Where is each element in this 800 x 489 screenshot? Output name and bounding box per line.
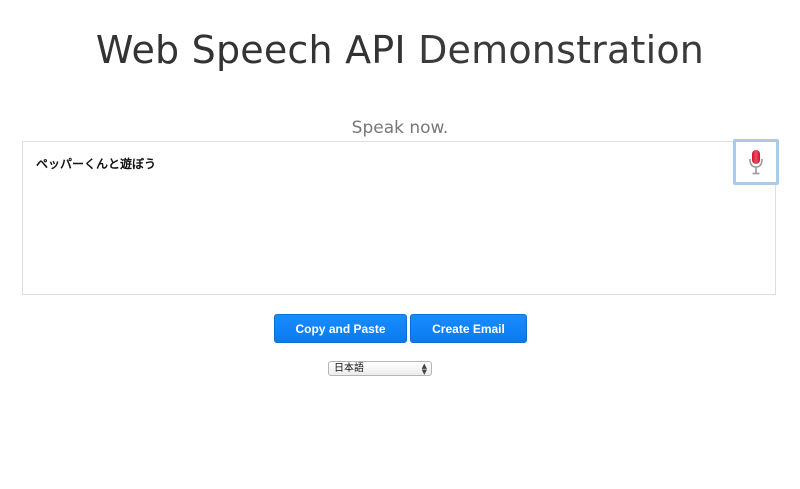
status-message: Speak now.	[351, 118, 449, 138]
select-arrows-icon: ▲ ▼	[421, 361, 427, 376]
microphone-icon	[749, 150, 763, 175]
title-secondary: Demonstration	[418, 28, 705, 72]
page-title: Web Speech API Demonstration	[0, 28, 800, 72]
title-primary: Web Speech API	[95, 28, 406, 72]
page: Web Speech API Demonstration Speak now. …	[0, 0, 800, 489]
language-select[interactable]: 日本語 ▲ ▼	[328, 361, 432, 376]
results-box[interactable]: ペッパーくんと遊ぼう	[22, 141, 776, 295]
language-selected-value: 日本語	[334, 363, 364, 374]
start-recognition-button[interactable]	[733, 139, 779, 185]
copy-and-paste-button[interactable]: Copy and Paste	[274, 314, 407, 343]
create-email-button[interactable]: Create Email	[410, 314, 527, 343]
final-transcript: ペッパーくんと遊ぼう	[36, 157, 157, 171]
action-buttons: Copy and Paste Create Email	[274, 314, 527, 343]
